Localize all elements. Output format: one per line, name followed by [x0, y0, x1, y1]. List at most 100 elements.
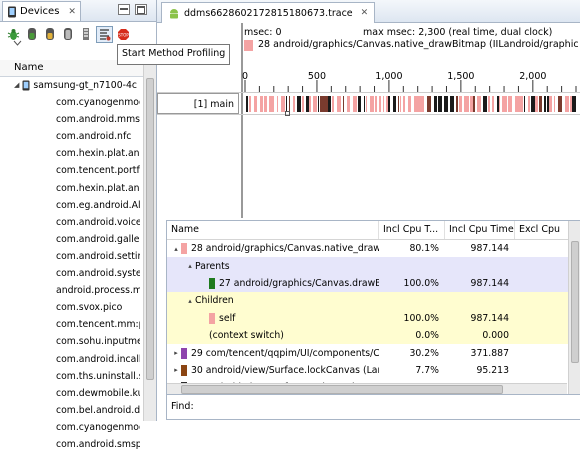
- devices-tab[interactable]: Devices ✕: [2, 1, 81, 21]
- view-menu-chevron-down-icon[interactable]: [12, 39, 22, 47]
- profile-row[interactable]: 27 android/graphics/Canvas.drawBitm 100.0…: [167, 274, 580, 293]
- phone-icon: [22, 80, 30, 91]
- client-row[interactable]: com.tencent.portfo: [0, 162, 140, 179]
- update-threads-icon[interactable]: [78, 27, 93, 42]
- profile-row[interactable]: ▸ 29 com/tencent/qqpim/UI/components/Clou…: [167, 344, 580, 362]
- timeline-bar: [524, 96, 525, 112]
- client-row[interactable]: com.cyanogenmod: [0, 419, 140, 436]
- profile-row[interactable]: ▴ Children: [167, 292, 580, 310]
- profile-horizontal-scrollbar[interactable]: [167, 383, 567, 394]
- editor-tabbar: ddms6628602172815180673.trace ✕: [157, 0, 580, 23]
- timeline-bar: [318, 96, 319, 112]
- start-method-profiling-icon[interactable]: [96, 25, 113, 43]
- timeline-bar: [554, 96, 555, 112]
- minimize-button[interactable]: [118, 4, 130, 15]
- thread-label: [1] main: [157, 93, 239, 114]
- client-row[interactable]: com.android.settin: [0, 248, 140, 265]
- client-row[interactable]: com.ths.uninstall.s: [0, 368, 140, 385]
- timeline-bar: [434, 96, 437, 112]
- expand-triangle-icon[interactable]: ▸: [171, 366, 181, 374]
- column-incl-cpu-percent[interactable]: Incl Cpu T...: [379, 221, 445, 239]
- ruler-tick-label: 0: [241, 71, 249, 82]
- timeline-bar: [470, 96, 473, 112]
- client-row[interactable]: com.android.nfc: [0, 128, 140, 145]
- timeline-bar: [450, 96, 454, 112]
- client-row[interactable]: com.svox.pico: [0, 299, 140, 316]
- method-name: Parents: [195, 260, 230, 272]
- profile-cell-name: self: [167, 312, 379, 324]
- client-row[interactable]: com.android.galle: [0, 231, 140, 248]
- client-row[interactable]: com.sohu.inputme: [0, 333, 140, 350]
- timeline-bar: [572, 96, 576, 112]
- devices-tab-label: Devices: [20, 6, 60, 17]
- profile-row[interactable]: ▴ 28 android/graphics/Canvas.native_drawB…: [167, 240, 580, 258]
- profile-cell-incl-cpu-percent: 100.0%: [403, 312, 439, 324]
- expand-triangle-icon[interactable]: ▴: [171, 245, 181, 253]
- profile-cell-name: ▴ Parents: [167, 261, 379, 272]
- profile-row[interactable]: self 100.0% 987.144: [167, 309, 580, 327]
- timeline-bar: [456, 96, 458, 112]
- expand-triangle-icon[interactable]: ▴: [185, 262, 195, 270]
- timeline-bar: [353, 96, 357, 112]
- timeline-bar: [544, 96, 546, 112]
- client-row[interactable]: com.tencent.mm:p: [0, 316, 140, 333]
- profile-cell-name: ▸ 29 com/tencent/qqpim/UI/components/Clou: [167, 347, 379, 359]
- method-name: 27 android/graphics/Canvas.drawBitm: [219, 277, 379, 289]
- device-row[interactable]: ◢ samsung-gt_n7100-4c: [0, 77, 140, 94]
- client-row[interactable]: com.hexin.plat.and: [0, 145, 140, 162]
- client-row[interactable]: com.android.mms: [0, 111, 140, 128]
- profile-row[interactable]: (context switch) 0.0% 0.000: [167, 326, 580, 345]
- client-row[interactable]: com.dewmobile.ku: [0, 385, 140, 402]
- profile-cell-name: ▴ Children: [167, 295, 379, 306]
- close-icon[interactable]: ✕: [361, 8, 369, 18]
- ruler-tick-label: 1,000: [375, 71, 403, 82]
- selected-method-label: 28 android/graphics/Canvas.native_drawBi…: [258, 39, 578, 50]
- profile-cell-incl-cpu-time: 95.213: [476, 364, 509, 376]
- timeline-bar: [565, 96, 567, 112]
- timeline-bar: [281, 96, 283, 112]
- timeline-bar: [270, 96, 274, 112]
- client-row[interactable]: com.eg.android.Al: [0, 197, 140, 214]
- profile-vertical-scrollbar[interactable]: [568, 221, 580, 394]
- timeline-bar: [302, 96, 304, 112]
- client-row[interactable]: com.cyanogenmod: [0, 94, 140, 111]
- close-icon[interactable]: ✕: [68, 7, 76, 17]
- expand-triangle-icon[interactable]: ▸: [171, 349, 181, 357]
- timeline-bar: [488, 96, 490, 112]
- column-name[interactable]: Name: [167, 221, 379, 239]
- client-row[interactable]: com.hexin.plat.and: [0, 180, 140, 197]
- client-row[interactable]: com.android.incall: [0, 351, 140, 368]
- thread-timeline-bars[interactable]: [244, 96, 577, 112]
- collapse-triangle-icon[interactable]: ◢: [14, 77, 19, 94]
- timeline-bar: [343, 96, 344, 112]
- method-name: Children: [195, 295, 234, 307]
- client-row[interactable]: com.android.smsp: [0, 436, 140, 453]
- device-name: samsung-gt_n7100-4c: [33, 80, 138, 92]
- gc-icon[interactable]: [60, 27, 75, 42]
- client-row[interactable]: com.android.voice: [0, 214, 140, 231]
- client-row[interactable]: android.process.m: [0, 282, 140, 299]
- dump-hprof-icon[interactable]: [42, 27, 57, 42]
- update-heap-icon[interactable]: [24, 27, 39, 42]
- profile-cell-incl-cpu-time: 987.144: [470, 277, 509, 289]
- timeline-bar: [289, 96, 290, 112]
- trace-file-tab[interactable]: ddms6628602172815180673.trace ✕: [161, 2, 376, 23]
- column-incl-cpu-time[interactable]: Incl Cpu Time: [445, 221, 515, 239]
- ruler-tick-label: 1,500: [447, 71, 475, 82]
- client-row[interactable]: com.bel.android.d: [0, 402, 140, 419]
- expand-triangle-icon[interactable]: ▴: [185, 297, 195, 305]
- profile-cell-incl-cpu-time: 371.887: [470, 347, 509, 359]
- find-bar: Find:: [166, 394, 580, 420]
- thread-trace-row[interactable]: [1] main: [157, 92, 580, 116]
- profile-row[interactable]: ▴ Parents: [167, 257, 580, 275]
- devices-scrollbar[interactable]: [143, 60, 156, 421]
- find-input[interactable]: [195, 399, 575, 413]
- maximize-button[interactable]: [135, 4, 147, 15]
- timeline-bar: [464, 96, 466, 112]
- profile-cell-incl-cpu-percent: 100.0%: [403, 277, 439, 289]
- stop-process-icon[interactable]: STOP: [116, 27, 131, 42]
- profile-row[interactable]: ▸ 30 android/view/Surface.lockCanvas (Lan…: [167, 361, 580, 380]
- client-row[interactable]: com.android.syste: [0, 265, 140, 282]
- method-color-swatch: [181, 243, 187, 255]
- timeline-bar: [403, 96, 405, 112]
